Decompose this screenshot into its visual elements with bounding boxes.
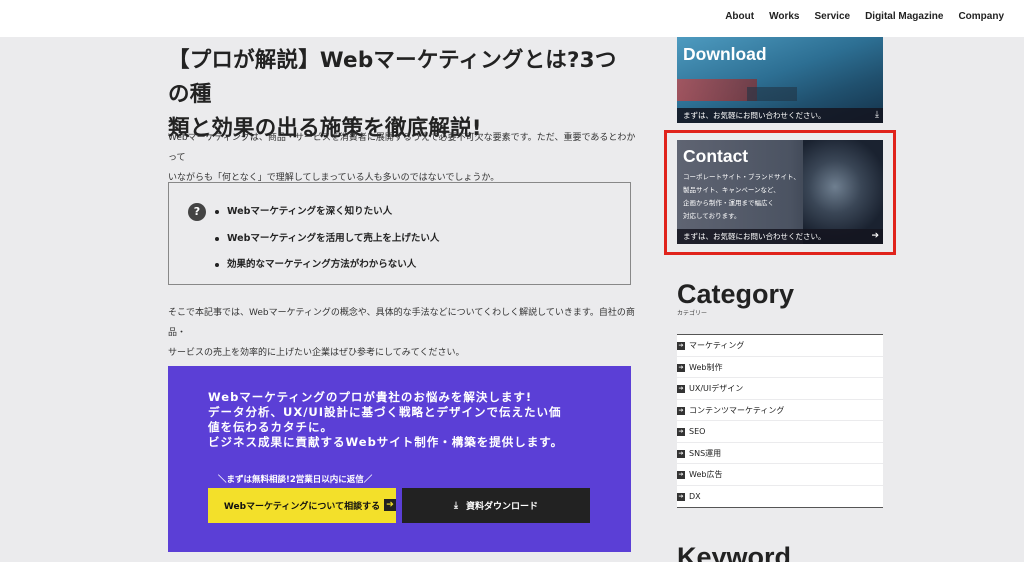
nav-company[interactable]: Company — [958, 11, 1004, 22]
cta-block: Webマーケティングのプロが貴社のお悩みを解決します! データ分析、UX/UI設… — [168, 366, 631, 552]
nav-about[interactable]: About — [725, 11, 754, 22]
arrow-right-icon: ➔ — [677, 492, 685, 501]
contact-banner-bar-text: まずは、お気軽にお問い合わせください。 — [683, 232, 826, 241]
question-icon: ? — [188, 203, 206, 221]
category-item[interactable]: ➔ SNS運用 — [677, 442, 883, 464]
category-item[interactable]: ➔ コンテンツマーケティング — [677, 399, 883, 421]
category-label: コンテンツマーケティング — [689, 405, 785, 415]
category-label: マーケティング — [689, 341, 745, 350]
category-subheading: カテゴリー — [677, 310, 708, 317]
body-line-2: サービスの売上を効率的に上げたい企業はぜひ参考にしてみてください。 — [168, 348, 465, 358]
intro-paragraph: Webマーケティングは、商品・サービスを消費者に展開するうえで必要不可欠な要素で… — [168, 128, 638, 188]
contact-banner[interactable]: Contact コーポレートサイト・ブランドサイト、 製品サイト、キャンペーンな… — [677, 140, 883, 244]
list-item: Webマーケティングを活用して売上を上げたい人 — [215, 230, 439, 257]
main-nav: About Works Service Digital Magazine Com… — [710, 11, 1004, 22]
contact-desc-line: 対応しております。 — [683, 212, 741, 220]
arrow-right-icon: ➔ — [677, 385, 685, 393]
nav-works[interactable]: Works — [769, 11, 799, 22]
download-button-label: 資料ダウンロード — [465, 502, 538, 512]
contact-banner-title: Contact — [683, 146, 749, 166]
cta-line-1: Webマーケティングのプロが貴社のお悩みを解決します! — [208, 390, 533, 404]
category-item[interactable]: ➔ UX/UIデザイン — [677, 378, 883, 400]
boat-image — [747, 87, 797, 101]
cta-note: ＼まずは無料相談!2営業日以内に返信／ — [218, 475, 373, 485]
category-item[interactable]: ➔ Web広告 — [677, 464, 883, 486]
contact-description: コーポレートサイト・ブランドサイト、 製品サイト、キャンペーンなど、 企画から制… — [683, 171, 813, 223]
body-paragraph: そこで本記事では、Webマーケティングの概念や、具体的な手法などについてくわしく… — [168, 303, 638, 363]
download-banner-bar: まずは、お気軽にお問い合わせください。 ⤓ — [677, 108, 883, 123]
cta-line-4: ビジネス成果に貢献するWebサイト制作・構築を提供します。 — [208, 435, 564, 449]
arrow-right-icon: ➔ — [677, 363, 685, 372]
arrow-right-icon: ➔ — [384, 499, 396, 511]
top-navigation-bar: About Works Service Digital Magazine Com… — [0, 0, 1024, 37]
target-reader-box: ? Webマーケティングを深く知りたい人 Webマーケティングを活用して売上を上… — [168, 182, 631, 285]
cta-message: Webマーケティングのプロが貴社のお悩みを解決します! データ分析、UX/UI設… — [208, 390, 608, 450]
category-heading: Category — [677, 279, 795, 309]
consult-button[interactable]: Webマーケティングについて相談する ➔ — [208, 488, 396, 523]
arrow-right-icon: ➔ — [677, 471, 685, 479]
download-banner[interactable]: Download まずは、お気軽にお問い合わせください。 ⤓ — [677, 37, 883, 123]
category-label: SEO — [689, 427, 706, 436]
cta-line-3: 値を伝わるカタチに。 — [208, 420, 333, 434]
download-icon: ⤓ — [875, 110, 879, 120]
download-banner-bar-text: まずは、お気軽にお問い合わせください。 — [683, 111, 826, 120]
category-label: Web広告 — [689, 470, 723, 479]
category-item[interactable]: ➔ DX — [677, 485, 883, 507]
category-item[interactable]: ➔ SEO — [677, 421, 883, 443]
arrow-right-icon: ➔ — [677, 428, 685, 436]
download-button[interactable]: ⤓ 資料ダウンロード — [402, 488, 590, 523]
category-item[interactable]: ➔ マーケティング — [677, 335, 883, 357]
contact-desc-line: 企画から制作・運用まで幅広く — [683, 199, 774, 207]
contact-banner-bar: まずは、お気軽にお問い合わせください。 ➔ — [677, 229, 883, 244]
keyword-heading: Keyword — [677, 542, 792, 562]
category-item[interactable]: ➔ Web制作 — [677, 356, 883, 378]
arrow-right-icon: ➔ — [677, 342, 685, 350]
consult-button-label: Webマーケティングについて相談する — [223, 502, 381, 512]
category-label: DX — [689, 491, 701, 501]
contact-desc-line: 製品サイト、キャンペーンなど、 — [683, 186, 780, 194]
list-item: Webマーケティングを深く知りたい人 — [215, 203, 439, 230]
ship-image — [677, 79, 757, 101]
nav-service[interactable]: Service — [814, 11, 850, 22]
nav-digital-magazine[interactable]: Digital Magazine — [865, 11, 943, 22]
download-banner-title: Download — [683, 44, 767, 64]
cta-line-2: データ分析、UX/UI設計に基づく戦略とデザインで伝えたい価 — [208, 405, 562, 419]
category-label: SNS運用 — [689, 448, 722, 458]
title-line-1: 【プロが解説】Webマーケティングとは?3つの種 — [168, 48, 617, 107]
category-label: Web制作 — [689, 362, 723, 372]
category-label: UX/UIデザイン — [689, 384, 744, 393]
arrow-right-icon: ➔ — [677, 449, 685, 458]
download-icon: ⤓ — [454, 500, 458, 511]
arrow-right-icon: ➔ — [871, 231, 879, 241]
target-reader-list: Webマーケティングを深く知りたい人 Webマーケティングを活用して売上を上げた… — [215, 203, 439, 283]
intro-line-1: Webマーケティングは、商品・サービスを消費者に展開するうえで必要不可欠な要素で… — [168, 133, 636, 163]
arrow-right-icon: ➔ — [677, 406, 685, 415]
category-list: ➔ マーケティング ➔ Web制作 ➔ UX/UIデザイン ➔ コンテンツマーケティング… — [677, 334, 883, 508]
contact-desc-line: コーポレートサイト・ブランドサイト、 — [683, 173, 800, 181]
body-line-1: そこで本記事では、Webマーケティングの概念や、具体的な手法などについてくわしく… — [168, 308, 635, 338]
list-item: 効果的なマーケティング方法がわからない人 — [215, 256, 439, 283]
